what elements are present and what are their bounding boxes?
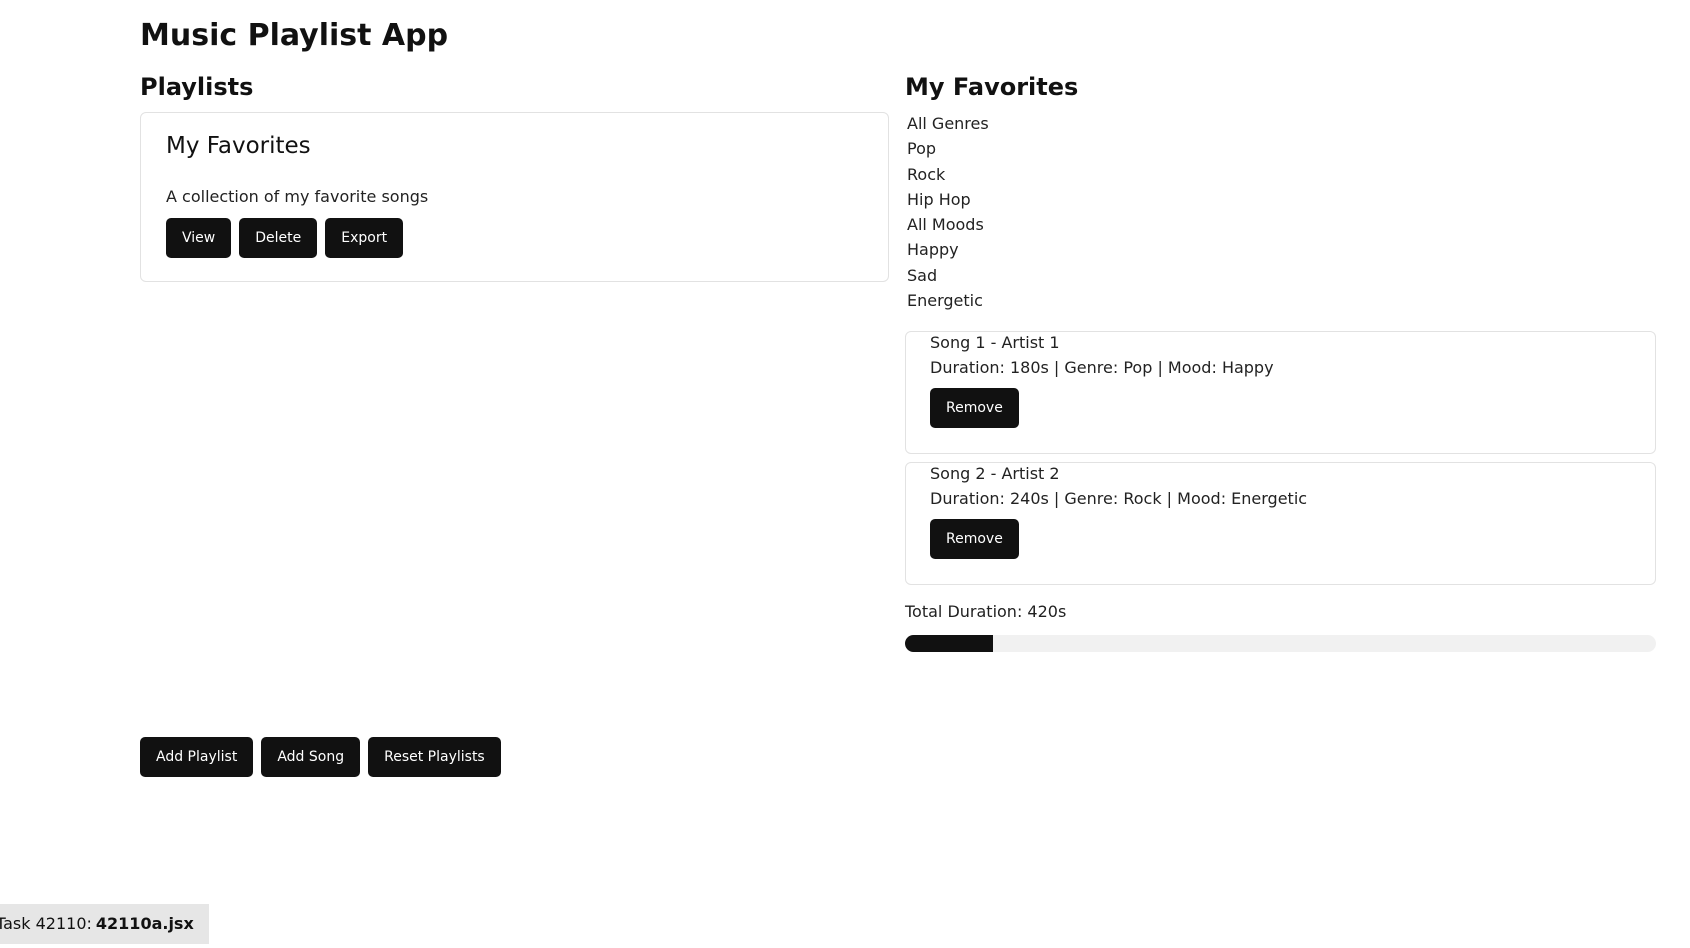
duration-progress-fill bbox=[905, 635, 993, 652]
playlists-heading: Playlists bbox=[140, 73, 254, 101]
task-label: Task 42110: bbox=[0, 914, 92, 933]
song-meta: Duration: 240s | Genre: Rock | Mood: Ene… bbox=[930, 489, 1308, 508]
song-card: Song 2 - Artist 2 Duration: 240s | Genre… bbox=[905, 462, 1656, 585]
task-badge: Task 42110: 42110a.jsx bbox=[0, 904, 209, 944]
mood-option-energetic[interactable]: Energetic bbox=[907, 288, 989, 313]
reset-playlists-button[interactable]: Reset Playlists bbox=[368, 737, 501, 777]
remove-song-button[interactable]: Remove bbox=[930, 519, 1019, 559]
detail-heading: My Favorites bbox=[905, 73, 1079, 101]
genre-option-pop[interactable]: Pop bbox=[907, 136, 989, 161]
mood-option-all[interactable]: All Moods bbox=[907, 212, 989, 237]
playlist-card: My Favorites A collection of my favorite… bbox=[140, 112, 889, 282]
delete-button[interactable]: Delete bbox=[239, 218, 318, 258]
duration-progress-bar bbox=[905, 635, 1656, 652]
add-playlist-button[interactable]: Add Playlist bbox=[140, 737, 254, 777]
mood-option-sad[interactable]: Sad bbox=[907, 263, 989, 288]
playlist-actions: View Delete Export bbox=[166, 218, 404, 258]
song-title: Song 2 - Artist 2 bbox=[930, 464, 1060, 483]
genre-option-all[interactable]: All Genres bbox=[907, 111, 989, 136]
song-card: Song 1 - Artist 1 Duration: 180s | Genre… bbox=[905, 331, 1656, 454]
page-title: Music Playlist App bbox=[140, 18, 449, 53]
task-file: 42110a.jsx bbox=[95, 914, 194, 933]
song-meta: Duration: 180s | Genre: Pop | Mood: Happ… bbox=[930, 358, 1274, 377]
genre-option-hip-hop[interactable]: Hip Hop bbox=[907, 187, 989, 212]
bottom-actions: Add Playlist Add Song Reset Playlists bbox=[140, 737, 501, 777]
export-button[interactable]: Export bbox=[325, 218, 404, 258]
song-actions: Remove bbox=[930, 388, 1019, 428]
playlist-description: A collection of my favorite songs bbox=[166, 187, 429, 206]
song-title: Song 1 - Artist 1 bbox=[930, 333, 1060, 352]
add-song-button[interactable]: Add Song bbox=[261, 737, 361, 777]
playlist-detail: My Favorites All Genres Pop Rock Hip Hop… bbox=[905, 70, 1656, 652]
playlist-name: My Favorites bbox=[166, 133, 311, 159]
view-button[interactable]: View bbox=[166, 218, 232, 258]
remove-song-button[interactable]: Remove bbox=[930, 388, 1019, 428]
playlists-section: Playlists My Favorites A collection of m… bbox=[140, 70, 891, 777]
song-actions: Remove bbox=[930, 519, 1019, 559]
genre-option-rock[interactable]: Rock bbox=[907, 162, 989, 187]
total-duration: Total Duration: 420s bbox=[905, 602, 1067, 621]
mood-option-happy[interactable]: Happy bbox=[907, 237, 989, 262]
filter-options: All Genres Pop Rock Hip Hop All Moods Ha… bbox=[907, 111, 989, 313]
